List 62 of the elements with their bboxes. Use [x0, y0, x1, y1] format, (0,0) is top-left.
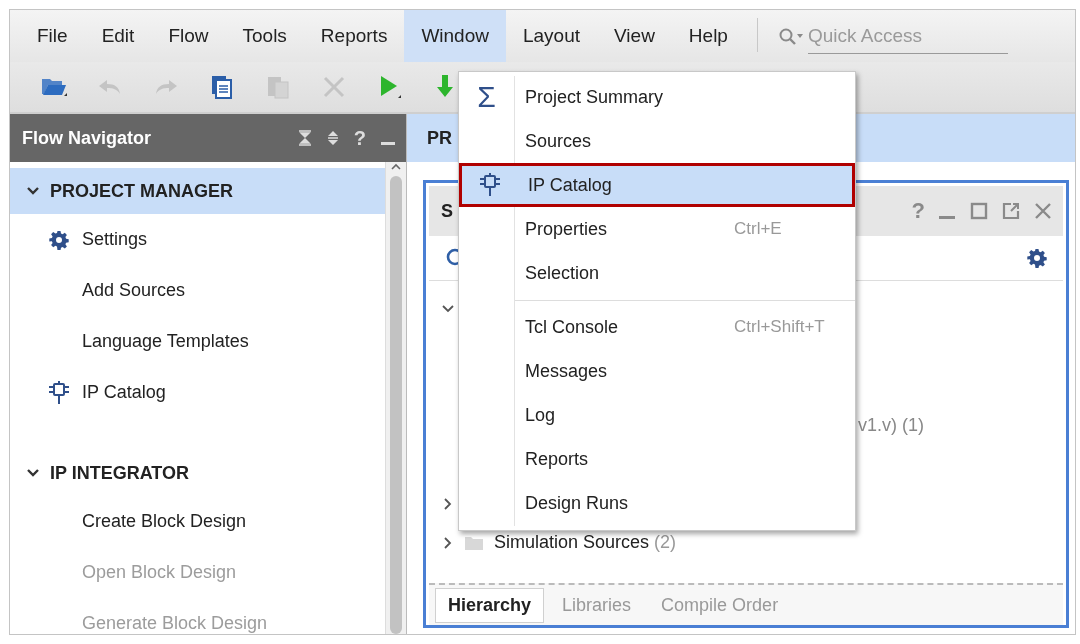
help-button[interactable]: ? [353, 126, 366, 150]
expand-all-icon[interactable] [325, 130, 340, 146]
menu-item[interactable]: Log [459, 393, 855, 437]
menu-item[interactable]: Design Runs [459, 481, 855, 525]
chip-icon [478, 173, 501, 197]
nav-item[interactable]: Add Sources [10, 265, 385, 316]
search-icon [777, 26, 804, 47]
nav-item[interactable]: Create Block Design [10, 496, 385, 547]
item-label: Settings [82, 229, 148, 250]
gear-icon [49, 229, 69, 250]
menu-item[interactable]: Tcl Console Ctrl+Shift+T [459, 305, 855, 349]
chip-icon [48, 380, 70, 405]
nav-item[interactable]: Language Templates [10, 316, 385, 367]
menu-item[interactable]: Reports [303, 10, 405, 62]
menu-item[interactable]: Edit [84, 10, 152, 62]
item-label: IP Catalog [82, 382, 166, 403]
folder-icon [464, 534, 484, 551]
menu-item[interactable]: Properties Ctrl+E [459, 207, 855, 251]
chevron-icon[interactable] [442, 496, 454, 511]
section-label: IP INTEGRATOR [50, 462, 190, 484]
menu-item[interactable]: Messages [459, 349, 855, 393]
chevron-icon[interactable] [442, 535, 454, 550]
panel-title: Flow Navigator [22, 127, 152, 149]
scrollbar[interactable] [385, 162, 406, 634]
nav-section[interactable]: IP INTEGRATOR [10, 450, 385, 496]
item-label: Create Block Design [82, 511, 247, 532]
menu-item[interactable]: View [597, 10, 672, 62]
window-title: S [441, 200, 454, 222]
item-label: Generate Block Design [82, 613, 268, 634]
menu-item[interactable]: File [20, 10, 85, 62]
menu-item[interactable]: Tools [225, 10, 304, 62]
menu-item[interactable]: Reports [459, 437, 855, 481]
collapse-all-icon[interactable] [297, 130, 312, 146]
chevron-icon[interactable] [26, 186, 40, 196]
close-icon[interactable] [1033, 201, 1053, 221]
menu-item[interactable]: Sources [459, 119, 855, 163]
menu-item[interactable]: Flow [151, 10, 226, 62]
document-icon[interactable] [210, 74, 234, 100]
item-label: Language Templates [82, 331, 249, 352]
item-label: Add Sources [82, 280, 186, 301]
float-window-icon[interactable] [1001, 201, 1021, 221]
menu-item[interactable]: IP Catalog [459, 163, 855, 207]
nav-item[interactable]: Settings [10, 214, 385, 265]
quick-access-field[interactable]: Quick Access [807, 19, 1008, 54]
tab[interactable]: Hierarchy [435, 587, 545, 623]
menu-item[interactable]: Selection [459, 251, 855, 295]
gear-icon[interactable] [1027, 248, 1047, 268]
section-label: PROJECT MANAGER [50, 180, 233, 202]
menu-item[interactable]: Layout [505, 10, 597, 62]
tree-item-label[interactable]: v1.v) (1) [858, 415, 924, 436]
item-label: Open Block Design [82, 562, 237, 583]
chevron-icon[interactable] [26, 468, 40, 478]
menu-item[interactable]: Window [404, 10, 506, 62]
sigma-icon: Σ [477, 80, 496, 114]
shortcut-label: Ctrl+Shift+T [734, 317, 826, 337]
menu-item[interactable]: Help [671, 10, 745, 62]
nav-section[interactable]: PROJECT MANAGER [10, 168, 385, 214]
tree-item-label[interactable]: Simulation Sources (2) [494, 532, 677, 553]
scroll-up-icon[interactable] [390, 162, 402, 172]
maximize-icon[interactable] [969, 201, 989, 221]
shortcut-label: Ctrl+E [734, 219, 783, 239]
nav-item[interactable]: IP Catalog [10, 367, 385, 418]
